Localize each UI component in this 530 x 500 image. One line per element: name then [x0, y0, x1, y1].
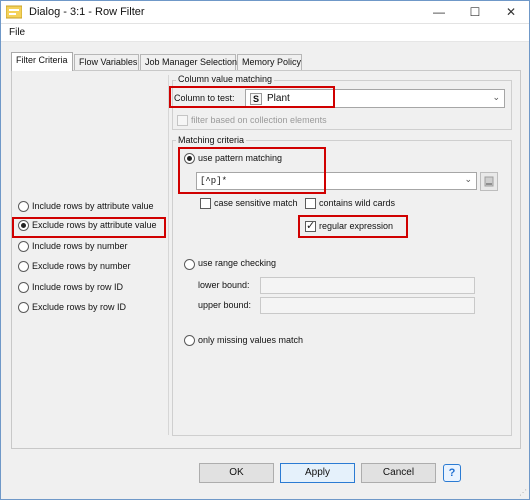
upper-bound-input[interactable] [260, 297, 475, 314]
matching-criteria-title: Matching criteria [176, 135, 247, 145]
apply-button[interactable]: Apply [280, 463, 355, 483]
radio-include-number[interactable] [18, 241, 29, 252]
minimize-button[interactable]: — [421, 1, 457, 24]
radio-missing-values[interactable] [184, 335, 195, 346]
regular-expression-checkbox[interactable] [305, 219, 316, 233]
upper-bound-label: upper bound: [198, 300, 252, 310]
column-select[interactable]: S Plant ⌄ [245, 89, 505, 108]
radio-exclude-number[interactable] [18, 261, 29, 272]
vertical-divider [168, 75, 169, 435]
cancel-button[interactable]: Cancel [361, 463, 436, 483]
label-exclude-attribute: Exclude rows by attribute value [32, 220, 157, 230]
dialog-icon [6, 5, 22, 19]
collection-elements-checkbox[interactable] [177, 115, 188, 126]
wild-cards-label: contains wild cards [319, 198, 396, 208]
tab-flow-variables[interactable]: Flow Variables [74, 54, 139, 70]
filter-criteria-panel: Include rows by attribute value Exclude … [11, 70, 521, 449]
lower-bound-input[interactable] [260, 277, 475, 294]
title-bar: Dialog - 3:1 - Row Filter — ☐ ✕ [1, 1, 529, 24]
ok-button[interactable]: OK [199, 463, 274, 483]
label-include-number: Include rows by number [32, 241, 128, 251]
help-icon[interactable]: ? [443, 464, 461, 482]
label-exclude-rowid: Exclude rows by row ID [32, 302, 127, 312]
row-filter-dialog: Dialog - 3:1 - Row Filter — ☐ ✕ File Fil… [0, 0, 530, 500]
case-sensitive-label: case sensitive match [214, 198, 298, 208]
radio-include-rowid[interactable] [18, 282, 29, 293]
resize-grip-icon[interactable]: ⋰ [519, 488, 527, 497]
wild-cards-checkbox[interactable] [305, 198, 316, 209]
column-value-matching-title: Column value matching [176, 74, 275, 84]
radio-include-attribute[interactable] [18, 201, 29, 212]
variable-icon [484, 176, 494, 187]
pattern-input[interactable]: [^p]* ⌄ [196, 172, 477, 190]
lower-bound-label: lower bound: [198, 280, 250, 290]
close-button[interactable]: ✕ [493, 1, 529, 24]
label-exclude-number: Exclude rows by number [32, 261, 131, 271]
radio-exclude-rowid[interactable] [18, 302, 29, 313]
column-select-value: Plant [267, 93, 290, 104]
chevron-down-icon: ⌄ [464, 174, 472, 184]
tab-job-manager-selection[interactable]: Job Manager Selection [140, 54, 237, 70]
chevron-down-icon: ⌄ [492, 92, 500, 102]
tab-memory-policy[interactable]: Memory Policy [237, 54, 302, 70]
column-to-test-label: Column to test: [174, 93, 235, 103]
radio-pattern-matching[interactable] [184, 153, 195, 164]
maximize-button[interactable]: ☐ [457, 1, 493, 24]
missing-values-label: only missing values match [198, 335, 304, 345]
radio-exclude-attribute[interactable] [18, 220, 29, 231]
range-checking-label: use range checking [198, 258, 277, 268]
menu-bar: File [1, 24, 529, 42]
radio-range-checking[interactable] [184, 259, 195, 270]
menu-file[interactable]: File [9, 27, 25, 38]
collection-elements-label: filter based on collection elements [191, 115, 327, 125]
label-include-rowid: Include rows by row ID [32, 282, 124, 292]
pattern-matching-label: use pattern matching [198, 153, 283, 163]
pattern-value: [^p]* [200, 176, 228, 186]
regular-expression-label: regular expression [319, 221, 394, 231]
tab-filter-criteria[interactable]: Filter Criteria [11, 52, 73, 71]
case-sensitive-checkbox[interactable] [200, 198, 211, 209]
variable-settings-button[interactable] [480, 172, 498, 191]
label-include-attribute: Include rows by attribute value [32, 201, 154, 211]
string-type-icon: S [250, 93, 262, 105]
window-title: Dialog - 3:1 - Row Filter [29, 6, 145, 18]
